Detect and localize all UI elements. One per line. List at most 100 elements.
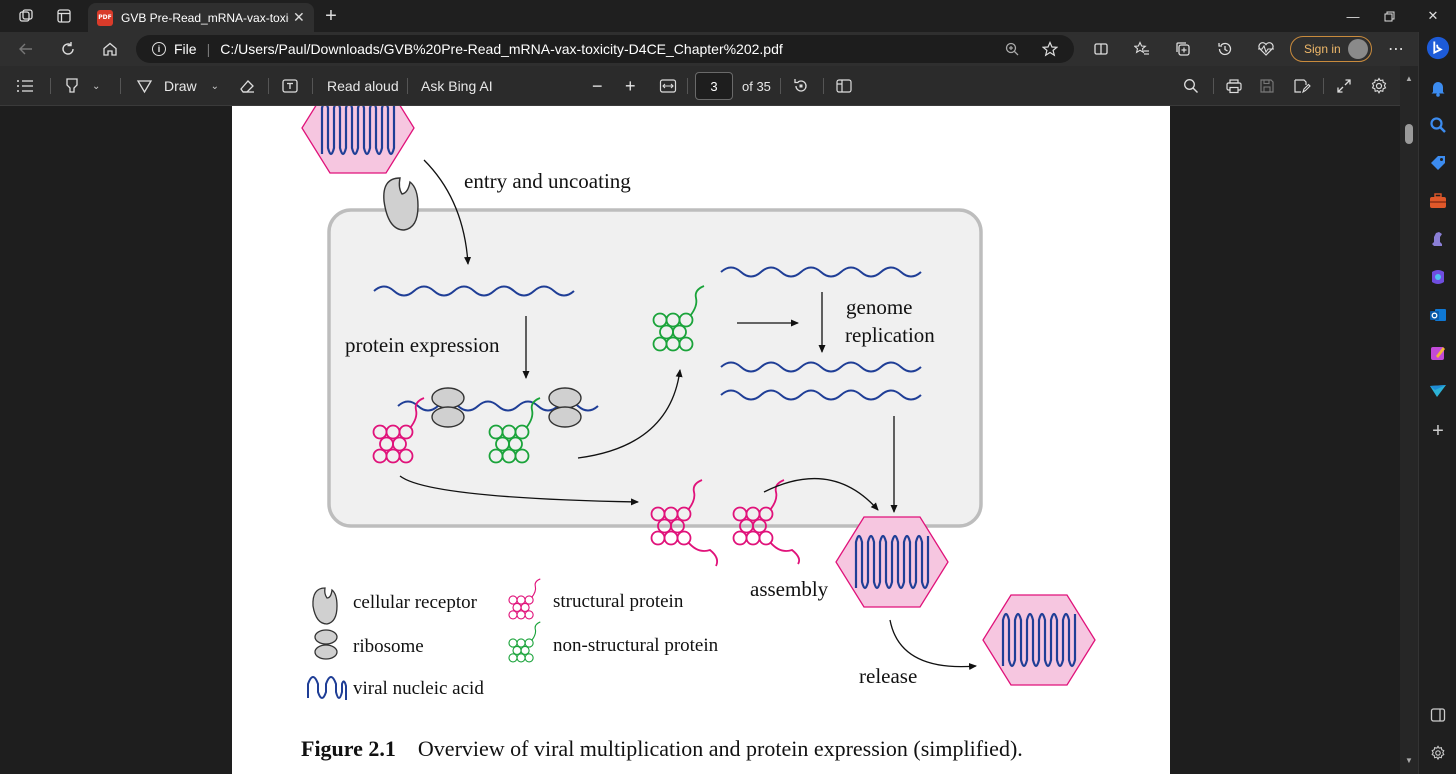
favorites-icon[interactable] [1127,34,1157,64]
sign-in-label: Sign in [1304,42,1341,56]
page-number-input[interactable]: 3 [695,72,733,100]
bing-icon[interactable] [1426,36,1450,60]
label-replication: replication [845,323,935,347]
legend-ribosome: ribosome [353,636,424,657]
caption-number: Figure 2.1 [301,736,396,761]
vertical-scrollbar[interactable]: ▲ ▼ [1400,66,1418,774]
draw-button[interactable]: Draw ⌄ [136,66,219,106]
label-entry: entry and uncoating [464,169,631,193]
save-as-icon[interactable] [1293,66,1311,106]
pdf-toolbar: ⌄ Draw ⌄ Read aloud Ask Bing AI − + 3 of… [0,66,1418,106]
back-icon[interactable] [11,34,41,64]
toolbar-divider [1323,78,1324,94]
host-cell [327,208,983,528]
toolbar-divider [120,78,121,94]
label-genome: genome [846,295,912,319]
workspaces-icon[interactable] [10,0,42,32]
legend-non-structural-protein: non-structural protein [553,635,719,656]
tab-title: GVB Pre-Read_mRNA-vax-toxicity [121,10,289,25]
close-tab-icon[interactable]: ✕ [293,9,305,26]
fit-width-icon[interactable] [659,66,677,106]
label-protein-expression: protein expression [345,333,500,357]
add-icon[interactable]: + [1426,419,1450,443]
search-icon[interactable] [1426,113,1450,137]
read-aloud-button[interactable]: Read aloud [327,66,399,106]
toolbar-divider [407,78,408,94]
refresh-icon[interactable] [53,34,83,64]
pdf-viewer[interactable]: entry and uncoating protein expression g… [0,106,1418,774]
split-screen-icon[interactable] [1086,34,1116,64]
performance-icon[interactable] [1251,34,1281,64]
toolbar-divider [780,78,781,94]
pdf-page: entry and uncoating protein expression g… [232,106,1170,774]
address-url[interactable]: C:/Users/Paul/Downloads/GVB%20Pre-Read_m… [220,41,783,57]
tab-actions-icon[interactable] [48,0,80,32]
label-release: release [859,664,917,688]
restore-button[interactable] [1366,0,1412,32]
text-box-icon[interactable] [281,66,299,106]
scroll-down-icon[interactable]: ▼ [1405,756,1413,765]
address-separator: | [206,41,211,57]
figure-viral-multiplication: entry and uncoating protein expression g… [300,106,1097,700]
rotate-icon[interactable] [792,66,810,106]
caption-text: Overview of viral multiplication and pro… [417,736,1023,761]
settings-gear-icon[interactable] [1370,66,1388,106]
history-icon[interactable] [1210,34,1240,64]
favorite-star-icon[interactable] [1035,34,1065,64]
address-scheme: File [174,41,197,57]
sidebar-settings-icon[interactable] [1426,741,1450,765]
outlook-icon[interactable] [1426,303,1450,327]
figure-caption: Figure 2.1 Overview of viral multiplicati… [301,736,1023,762]
legend-cellular-receptor: cellular receptor [353,592,478,613]
close-window-button[interactable]: ✕ [1410,0,1456,32]
more-options-icon[interactable]: ⋯ [1381,34,1411,64]
contents-icon[interactable] [16,66,34,106]
chess-icon[interactable] [1426,227,1450,251]
active-tab[interactable]: PDF GVB Pre-Read_mRNA-vax-toxicity ✕ [88,3,314,32]
virion-assembled [834,515,950,609]
sidebar-toggle-icon[interactable] [1426,703,1450,727]
print-icon[interactable] [1225,66,1243,106]
zoom-out-button[interactable]: − [592,66,603,106]
navigation-bar: i File | C:/Users/Paul/Downloads/GVB%20P… [0,32,1456,66]
bell-icon[interactable] [1426,76,1450,100]
site-info-icon[interactable]: i [152,42,166,56]
legend-viral-nucleic-acid: viral nucleic acid [353,678,484,699]
home-icon[interactable] [95,34,125,64]
toolbar-divider [268,78,269,94]
ask-bing-button[interactable]: Ask Bing AI [421,66,493,106]
page-view-icon[interactable] [835,66,853,106]
scroll-thumb[interactable] [1405,124,1413,144]
toolbar-divider [312,78,313,94]
zoom-in-button[interactable]: + [625,66,636,106]
sign-in-button[interactable]: Sign in [1290,36,1372,62]
virion-entry [300,106,416,175]
edge-sidebar: + [1418,32,1456,774]
page-total: of 35 [742,78,771,94]
avatar-icon [1348,39,1368,59]
eraser-icon[interactable] [238,66,256,106]
title-bar: PDF GVB Pre-Read_mRNA-vax-toxicity ✕ + —… [0,0,1456,32]
collections-icon[interactable] [1168,34,1198,64]
save-icon[interactable] [1259,66,1275,106]
full-screen-icon[interactable] [1336,66,1352,106]
tag-icon[interactable] [1426,151,1450,175]
chevron-down-icon[interactable]: ⌄ [92,81,100,92]
zoom-icon[interactable] [997,34,1027,64]
copilot-icon[interactable] [1426,265,1450,289]
chevron-down-icon[interactable]: ⌄ [211,81,219,92]
label-assembly: assembly [750,577,829,601]
pdf-file-icon: PDF [97,9,113,26]
toolbar-divider [687,78,688,94]
draw-label: Draw [164,78,197,94]
address-bar[interactable]: i File | C:/Users/Paul/Downloads/GVB%20P… [136,35,1074,63]
briefcase-icon[interactable] [1426,189,1450,213]
designer-icon[interactable] [1426,341,1450,365]
toolbar-divider [1213,78,1214,94]
new-tab-button[interactable]: + [318,4,344,28]
virion-released [981,593,1097,687]
search-icon[interactable] [1183,66,1199,106]
highlight-button[interactable]: ⌄ [64,66,100,106]
scroll-up-icon[interactable]: ▲ [1405,74,1413,83]
send-icon[interactable] [1426,379,1450,403]
